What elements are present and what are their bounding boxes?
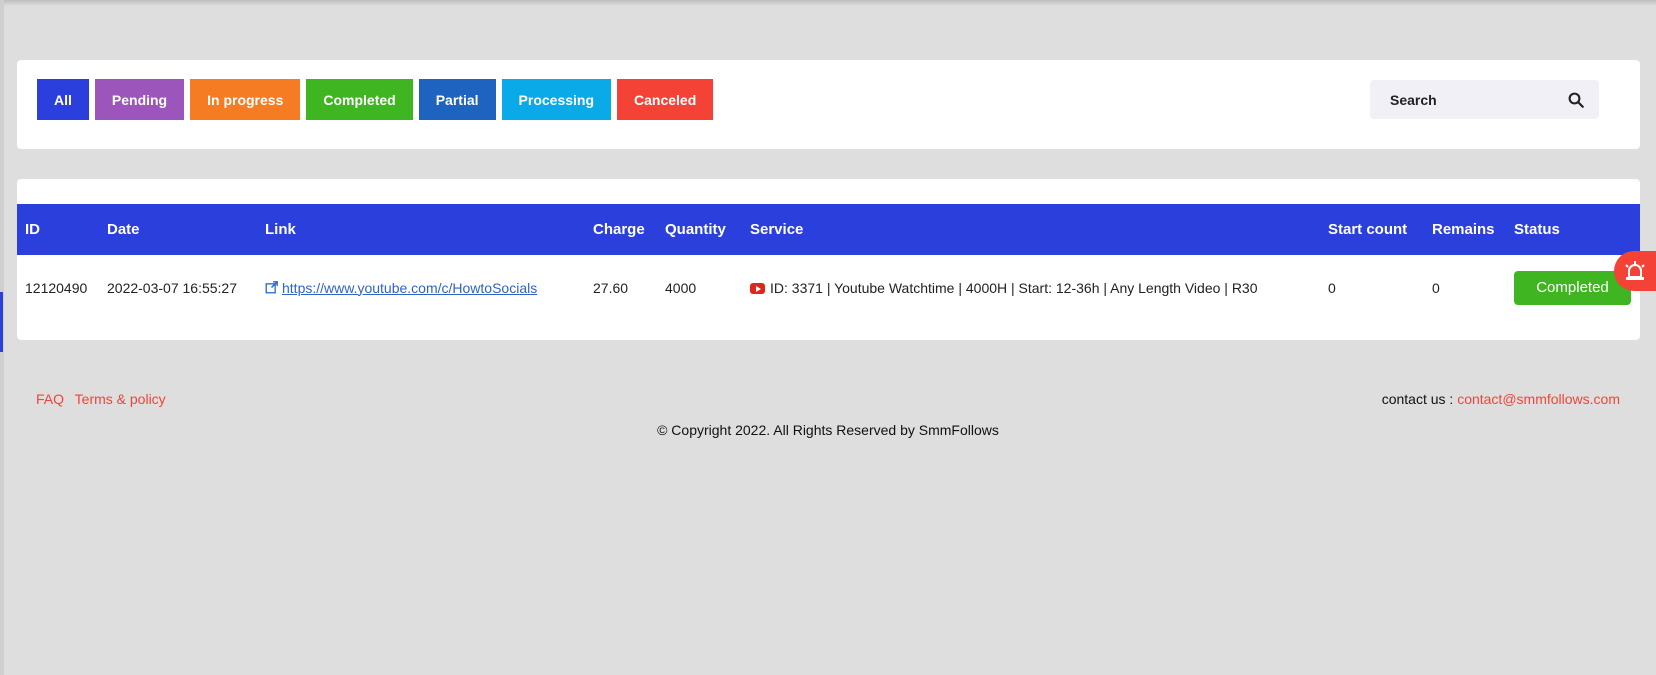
order-id: 12120490 — [25, 279, 88, 296]
footer-links: FAQ Terms & policy — [36, 391, 173, 407]
status-badge[interactable]: Completed — [1514, 270, 1631, 305]
order-service: ID: 3371 | Youtube Watchtime | 4000H | S… — [770, 279, 1258, 296]
filter-processing[interactable]: Processing — [501, 79, 612, 120]
contact-label: contact us : — [1381, 391, 1454, 407]
order-link[interactable]: https://www.youtube.com/c/HowtoSocials — [282, 280, 537, 296]
table-header-row: ID Date Link Charge Quantity Service Sta… — [17, 204, 1640, 255]
table-row: 12120490 2022-03-07 16:55:27 https://www… — [17, 255, 1640, 320]
search-input[interactable] — [1388, 90, 1562, 109]
filter-pending[interactable]: Pending — [94, 79, 185, 120]
filter-canceled[interactable]: Canceled — [617, 79, 714, 120]
filter-all[interactable]: All — [37, 79, 89, 120]
copyright: © Copyright 2022. All Rights Reserved by… — [657, 422, 999, 438]
orders-table: ID Date Link Charge Quantity Service Sta… — [17, 204, 1640, 320]
left-marker — [0, 292, 3, 352]
filter-in-progress[interactable]: In progress — [190, 79, 301, 120]
faq-link[interactable]: FAQ — [36, 391, 64, 407]
external-link-icon — [265, 280, 278, 293]
terms-link[interactable]: Terms & policy — [75, 391, 166, 407]
order-remains: 0 — [1432, 279, 1440, 296]
header-service[interactable]: Service — [742, 204, 1320, 255]
header-status[interactable]: Status — [1506, 204, 1640, 255]
youtube-icon — [750, 282, 765, 294]
filter-partial[interactable]: Partial — [418, 79, 496, 120]
contact-email-link[interactable]: contact@smmfollows.com — [1457, 391, 1620, 407]
header-start-count[interactable]: Start count — [1320, 204, 1424, 255]
header-date[interactable]: Date — [99, 204, 257, 255]
filter-card: All Pending In progress Completed Partia… — [17, 60, 1640, 149]
search-box — [1370, 80, 1599, 119]
header-remains[interactable]: Remains — [1424, 204, 1506, 255]
order-date: 2022-03-07 16:55:27 — [107, 279, 237, 296]
order-start-count: 0 — [1328, 279, 1336, 296]
header-quantity[interactable]: Quantity — [657, 204, 742, 255]
filter-tabs: All Pending In progress Completed Partia… — [37, 79, 714, 120]
header-charge[interactable]: Charge — [585, 204, 657, 255]
search-icon[interactable] — [1567, 91, 1585, 109]
orders-table-card: ID Date Link Charge Quantity Service Sta… — [17, 179, 1640, 340]
filter-completed[interactable]: Completed — [306, 79, 413, 120]
contact: contact us : contact@smmfollows.com — [1382, 391, 1620, 407]
order-charge: 27.60 — [593, 279, 629, 296]
siren-icon — [1625, 261, 1645, 280]
alert-siren-button[interactable] — [1614, 251, 1656, 291]
header-link[interactable]: Link — [257, 204, 585, 255]
top-shadow — [0, 0, 1656, 6]
order-link-cell: https://www.youtube.com/c/HowtoSocials — [257, 255, 585, 320]
header-id[interactable]: ID — [17, 204, 99, 255]
order-quantity: 4000 — [665, 279, 697, 296]
order-service-cell: ID: 3371 | Youtube Watchtime | 4000H | S… — [742, 255, 1320, 320]
